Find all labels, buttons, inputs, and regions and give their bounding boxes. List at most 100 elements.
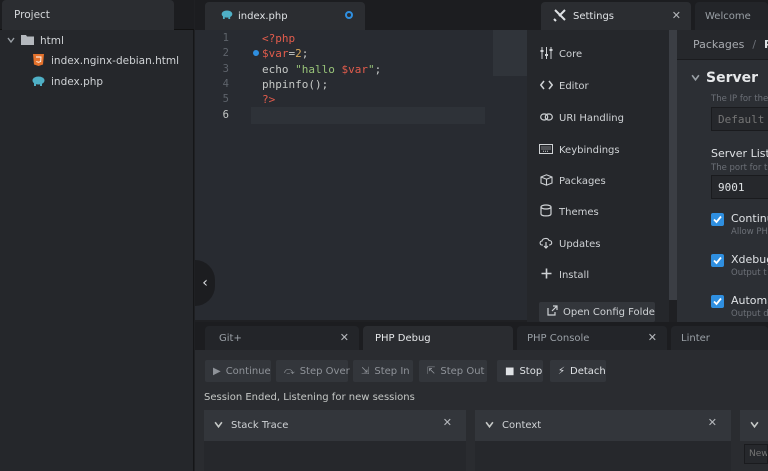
code-line: $var=2;	[262, 47, 308, 60]
code-token: "hallo	[295, 63, 342, 76]
line-number: 6	[222, 109, 229, 121]
code-editor[interactable]: 1 2 3 4 5 6 <?php $var=2; echo "hallo $var…	[195, 30, 527, 320]
field-hint: The port for t	[711, 163, 768, 173]
link-icon	[539, 112, 553, 125]
tree-label: index.php	[51, 76, 104, 88]
tools-icon	[553, 8, 567, 25]
settings-nav-install[interactable]: Install	[539, 265, 589, 285]
tree-label: index.nginx-debian.html	[51, 55, 180, 67]
minimap[interactable]	[493, 30, 527, 76]
tab-php-debug[interactable]: PHP Debug	[363, 326, 513, 350]
code-token: "	[367, 63, 375, 76]
tab-php-console[interactable]: PHP Console ✕	[517, 326, 667, 350]
detach-button[interactable]: ⚡ Detach	[550, 360, 606, 382]
tab-linter[interactable]: Linter	[671, 326, 768, 350]
settings-nav-keybindings[interactable]: Keybindings	[539, 140, 620, 160]
sliders-icon	[539, 46, 553, 62]
settings-nav-themes[interactable]: Themes	[539, 202, 599, 222]
code-line: <?php	[262, 32, 295, 45]
checkbox-label: Continu	[731, 212, 768, 225]
open-config-folder-button[interactable]: Open Config Folder	[539, 302, 655, 322]
code-token: ;	[301, 47, 309, 60]
code-token: $var	[341, 63, 368, 76]
line-number: 1	[222, 32, 229, 44]
checkbox-label: Automa	[731, 294, 768, 307]
plus-icon	[539, 268, 553, 282]
step-out-button[interactable]: ⇱ Step Out	[419, 360, 487, 382]
modified-indicator-icon[interactable]	[345, 11, 353, 19]
chevron-down-icon	[750, 420, 759, 432]
package-icon	[539, 173, 553, 189]
tab-welcome[interactable]: Welcome	[695, 2, 768, 30]
checkbox[interactable]	[711, 254, 724, 267]
checkbox[interactable]	[711, 213, 724, 226]
breakpoint-icon[interactable]	[253, 50, 259, 56]
code-line: phpinfo();	[262, 78, 328, 91]
settings-nav-editor[interactable]: Editor	[539, 76, 589, 96]
button-label: Detach	[570, 365, 606, 377]
breadcrumb: Packages / Ph	[677, 30, 768, 60]
tab-label: Welcome	[705, 10, 751, 22]
tab-label: Linter	[681, 332, 710, 344]
debug-status: Session Ended, Listening for new session…	[204, 392, 415, 403]
folder-icon	[20, 34, 34, 48]
button-label: Continue	[225, 365, 271, 377]
checkbox-hint: Output d	[731, 309, 768, 319]
external-link-icon	[547, 305, 558, 319]
continue-button[interactable]: ▶ Continue	[205, 360, 271, 382]
field-label: Server Liste	[711, 147, 768, 160]
zap-icon: ⚡	[558, 365, 566, 377]
tab-git-plus[interactable]: Git+ ✕	[205, 326, 359, 350]
chevron-down-icon	[6, 35, 16, 47]
settings-nav-uri-handling[interactable]: URI Handling	[539, 108, 624, 128]
context-header[interactable]: Context ✕	[475, 410, 731, 441]
watch-input[interactable]	[744, 444, 768, 464]
settings-nav-core[interactable]: Core	[539, 44, 582, 64]
ip-field[interactable]	[711, 107, 768, 131]
tree-file-index-php[interactable]: index.php	[31, 72, 103, 92]
settings-panel: Packages / Ph Server The IP for the Serv…	[677, 30, 768, 322]
close-icon[interactable]: ✕	[340, 331, 349, 344]
tree-folder-html[interactable]: html	[6, 31, 64, 51]
tab-index-php[interactable]: index.php	[205, 2, 365, 30]
chevron-left-icon: ‹	[202, 275, 208, 291]
tab-project[interactable]: Project	[2, 0, 174, 30]
tab-label: Settings	[573, 10, 615, 22]
code-token: ?>	[262, 93, 276, 106]
section-header[interactable]: Server	[691, 70, 758, 86]
close-icon[interactable]: ✕	[672, 9, 681, 22]
close-icon[interactable]: ✕	[708, 416, 717, 429]
close-icon[interactable]: ✕	[443, 416, 452, 429]
settings-nav-packages[interactable]: Packages	[539, 171, 606, 191]
breadcrumb-item: Ph	[764, 38, 768, 51]
atom-window: Project html index.nginx-debian.html ind…	[0, 0, 768, 471]
nav-label: Core	[559, 48, 583, 60]
chevron-down-icon	[214, 420, 223, 432]
code-token: ()	[308, 78, 322, 91]
breadcrumb-item[interactable]: Packages	[693, 38, 744, 51]
step-in-button[interactable]: ⇲ Step In	[353, 360, 413, 382]
tree-file-index-nginx[interactable]: index.nginx-debian.html	[31, 51, 179, 71]
watchpoints-header[interactable]	[740, 410, 768, 441]
settings-nav-updates[interactable]: Updates	[539, 234, 600, 254]
line-number: 4	[222, 78, 229, 90]
tab-settings[interactable]: Settings ✕	[541, 2, 691, 30]
button-label: Step Out	[440, 365, 485, 377]
code-icon	[539, 80, 553, 93]
field-hint: The IP for the	[711, 94, 768, 104]
chevron-down-icon	[691, 72, 700, 85]
nav-label: URI Handling	[559, 112, 624, 124]
checkbox[interactable]	[711, 295, 724, 308]
stack-trace-header[interactable]: Stack Trace ✕	[204, 410, 466, 441]
tree-label: html	[40, 35, 64, 47]
tab-label: Git+	[219, 332, 242, 344]
tab-label: PHP Debug	[375, 332, 431, 344]
settings-scrollbar[interactable]	[669, 30, 677, 300]
button-label: Stop	[519, 365, 543, 377]
panel-title: Context	[502, 420, 542, 431]
port-field[interactable]: 9001	[711, 175, 768, 199]
stop-button[interactable]: ■ Stop	[497, 360, 543, 382]
close-icon[interactable]: ✕	[648, 331, 657, 344]
step-over-button[interactable]: ⤼ Step Over	[276, 360, 350, 382]
settings-nav: Core Editor URI Handling Keybindings Package…	[527, 30, 669, 322]
